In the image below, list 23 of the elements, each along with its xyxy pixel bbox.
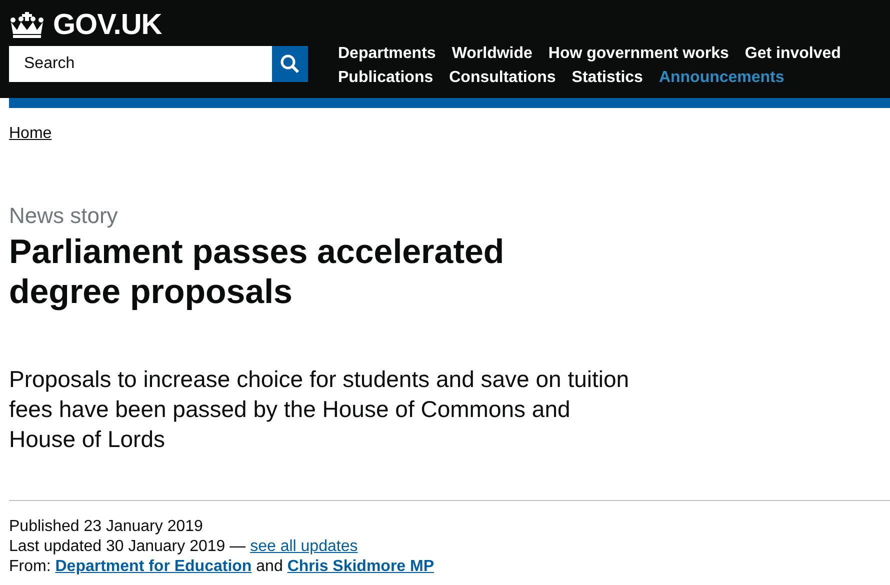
page-title: Parliament passes accelerated degree proposals	[9, 232, 506, 312]
search-icon	[280, 54, 300, 74]
from-line: From: Department for Education and Chris Skidmore MP	[9, 557, 436, 577]
search-field[interactable]: Search	[9, 46, 272, 82]
site-logo[interactable]: GOV.UK	[53, 8, 162, 42]
nav-link[interactable]: Publications	[338, 68, 434, 88]
nav-link[interactable]: Departments	[338, 44, 436, 64]
organisation-link[interactable]: Department for Education	[55, 558, 252, 575]
nav-link[interactable]: How government works	[548, 44, 729, 64]
crown-icon	[9, 12, 45, 38]
published-date: Published 23 January 2019	[9, 517, 204, 537]
page-caption: News story	[9, 203, 119, 229]
nav-link[interactable]: Statistics	[572, 68, 643, 88]
lede-paragraph: Proposals to increase choice for students and save on tuition fees have been passed by the House of Commons and House of Lords	[9, 365, 630, 454]
organisation-link[interactable]: Chris Skidmore MP	[287, 558, 434, 575]
nav-link[interactable]: Worldwide	[452, 44, 532, 64]
breadcrumb-link[interactable]: Home	[9, 125, 52, 143]
nav-link[interactable]: Get involved	[744, 44, 841, 64]
nav-link[interactable]: Consultations	[449, 68, 556, 88]
nav-link[interactable]: Announcements	[658, 68, 784, 88]
see-updates-link[interactable]: see all updates	[250, 538, 358, 555]
updated-line: Last updated 30 January 2019 — see all updates	[9, 537, 359, 557]
search-button[interactable]	[272, 46, 308, 82]
